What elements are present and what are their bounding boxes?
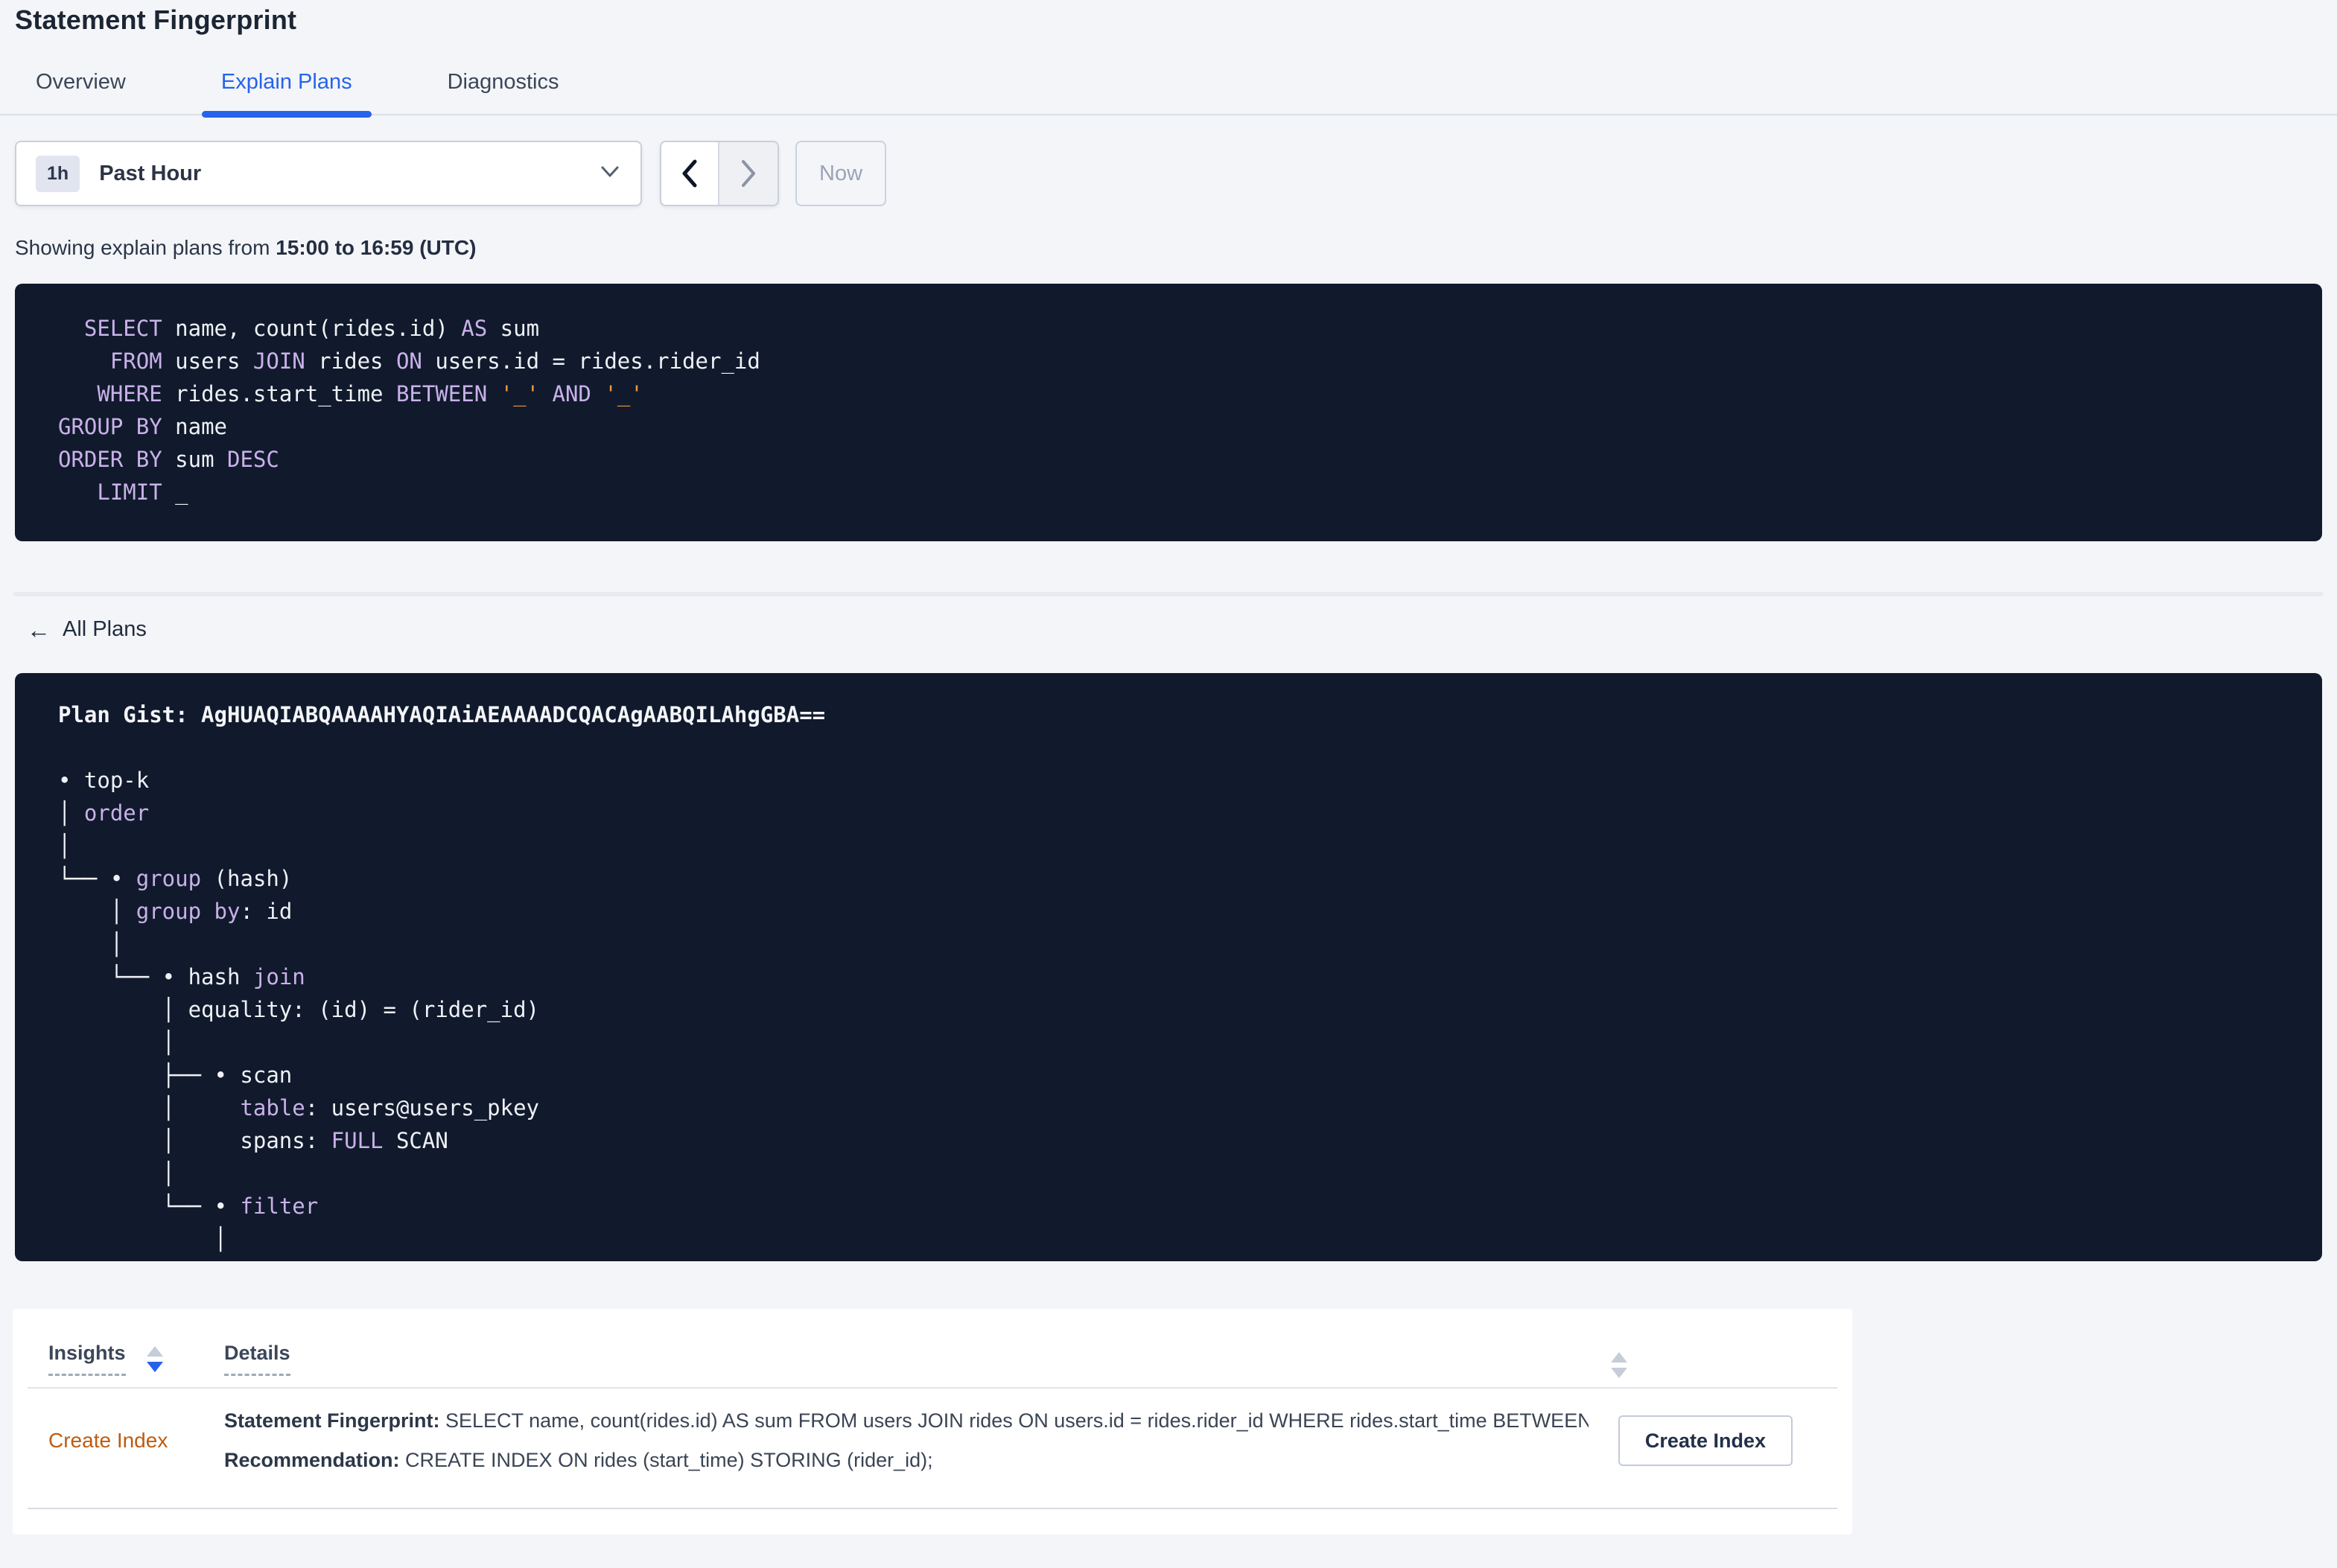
chevron-down-icon	[599, 165, 621, 183]
section-divider	[13, 592, 2324, 596]
interval-badge: 1h	[36, 155, 80, 192]
table-row-divider	[28, 1508, 1837, 1509]
time-nav-group	[660, 141, 779, 206]
sort-up-caret-icon	[146, 1346, 163, 1357]
all-plans-label: All Plans	[63, 617, 147, 641]
insights-table-header: Insights Details	[13, 1309, 1852, 1378]
statement-fingerprint-label: Statement Fingerprint:	[224, 1409, 440, 1432]
page-title: Statement Fingerprint	[15, 4, 297, 35]
prev-time-button[interactable]	[661, 142, 719, 205]
plan-gist-panel: Plan Gist: AgHUAQIABQAAAAHYAQIAiAEAAAADC…	[15, 673, 2322, 1261]
sort-down-caret-icon	[146, 1362, 163, 1372]
tab-overview[interactable]: Overview	[21, 58, 141, 114]
next-time-button[interactable]	[719, 142, 778, 205]
back-arrow-icon	[27, 618, 51, 642]
showing-range-text: Showing explain plans from 15:00 to 16:5…	[15, 236, 2337, 260]
showing-range-bold: 15:00 to 16:59 (UTC)	[276, 236, 477, 259]
sort-down-caret-icon	[1611, 1368, 1627, 1378]
create-index-link[interactable]: Create Index	[48, 1429, 224, 1453]
insights-column-label[interactable]: Insights	[48, 1342, 126, 1376]
tab-bar: Overview Explain Plans Diagnostics	[0, 58, 2337, 118]
details-cell: Statement Fingerprint: SELECT name, coun…	[224, 1409, 1589, 1472]
table-row: Create Index Statement Fingerprint: SELE…	[13, 1389, 1852, 1508]
create-index-button[interactable]: Create Index	[1618, 1415, 1793, 1466]
time-controls: 1h Past Hour Now	[15, 141, 2337, 206]
time-range-label: Past Hour	[99, 161, 202, 185]
time-range-dropdown[interactable]: 1h Past Hour	[15, 141, 642, 206]
tab-explain-plans[interactable]: Explain Plans	[201, 58, 372, 118]
recommendation-label: Recommendation:	[224, 1449, 400, 1471]
showing-prefix: Showing explain plans from	[15, 236, 276, 259]
statement-fingerprint-page: Statement Fingerprint Overview Explain P…	[0, 0, 2337, 1568]
statement-fingerprint-line: Statement Fingerprint: SELECT name, coun…	[224, 1409, 1589, 1432]
tab-diagnostics[interactable]: Diagnostics	[433, 58, 574, 114]
insights-sort-icon[interactable]	[146, 1346, 163, 1372]
sort-up-caret-icon	[1611, 1352, 1627, 1363]
insights-table-card: Insights Details Create Index Statement …	[13, 1309, 1852, 1534]
insights-header-cell: Insights	[48, 1342, 224, 1376]
statement-fingerprint-text: SELECT name, count(rides.id) AS sum FROM…	[439, 1409, 1589, 1432]
details-column-label[interactable]: Details	[224, 1342, 290, 1376]
now-button[interactable]: Now	[795, 141, 887, 206]
recommendation-text: CREATE INDEX ON rides (start_time) STORI…	[399, 1449, 933, 1471]
sql-statement-panel: SELECT name, count(rides.id) AS sum FROM…	[15, 284, 2322, 541]
recommendation-line: Recommendation: CREATE INDEX ON rides (s…	[224, 1449, 1589, 1472]
all-plans-back-link[interactable]: All Plans	[27, 617, 147, 642]
details-sort-icon[interactable]	[1611, 1352, 1627, 1378]
